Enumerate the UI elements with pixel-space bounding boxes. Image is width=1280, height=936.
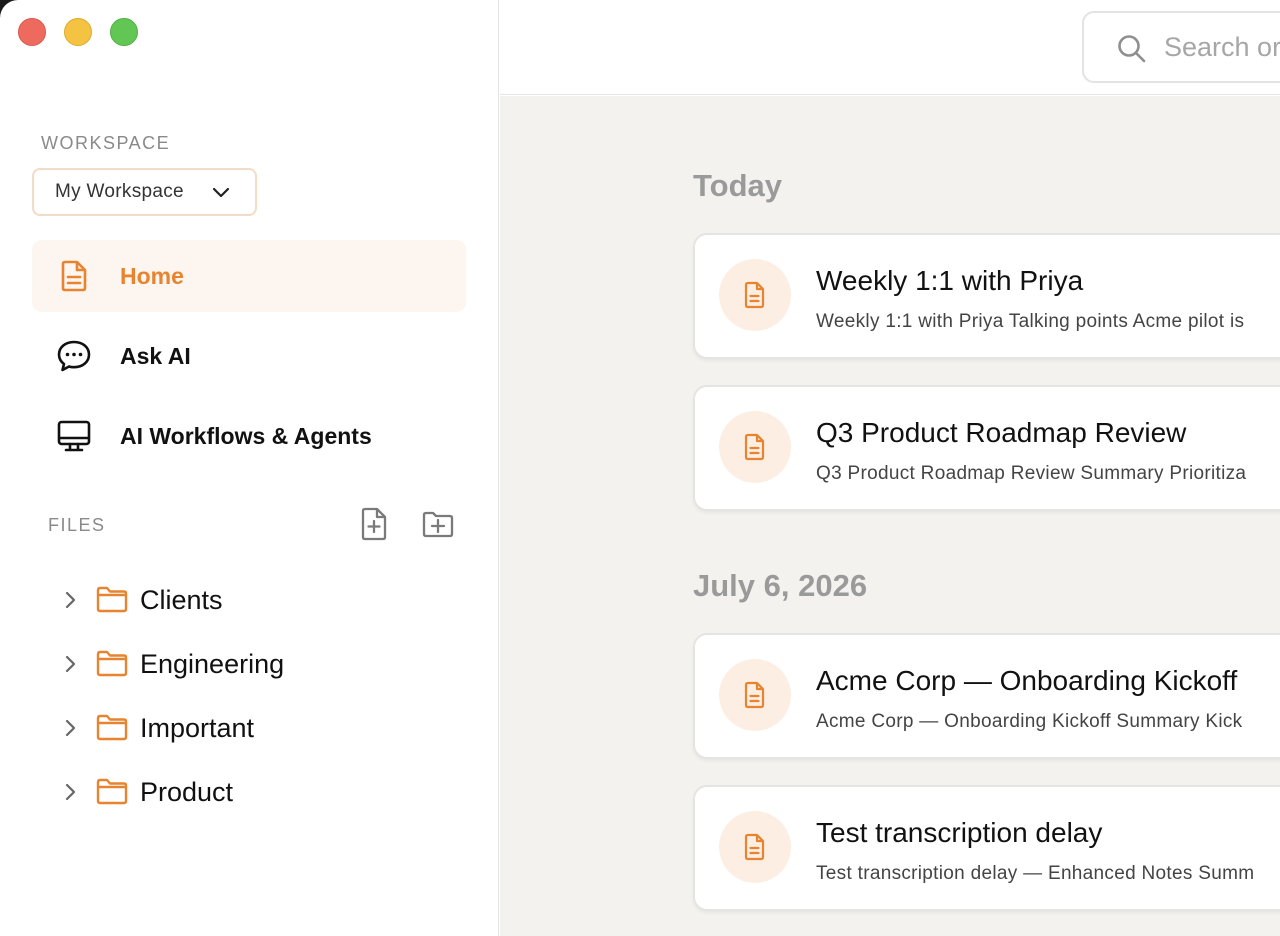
search-input[interactable] xyxy=(1164,27,1280,67)
zoom-window-button[interactable] xyxy=(110,18,138,46)
chevron-right-icon[interactable] xyxy=(60,590,80,610)
chevron-right-icon[interactable] xyxy=(60,718,80,738)
note-icon-badge xyxy=(719,659,791,731)
top-bar xyxy=(500,0,1280,95)
date-heading: July 6, 2026 xyxy=(693,568,868,603)
note-card[interactable]: Acme Corp — Onboarding Kickoff Acme Corp… xyxy=(693,633,1280,759)
folder-icon xyxy=(96,778,128,805)
note-icon-badge xyxy=(719,411,791,483)
document-icon xyxy=(744,281,765,309)
folder-name: Product xyxy=(140,777,234,807)
note-title: Weekly 1:1 with Priya xyxy=(816,265,1084,296)
folder-row-clients[interactable]: Clients xyxy=(56,578,456,622)
document-icon xyxy=(744,681,765,709)
monitor-icon xyxy=(57,420,91,452)
files-section-label: FILES xyxy=(48,515,106,535)
folder-name: Engineering xyxy=(140,649,285,679)
nav-item-ask-ai[interactable]: Ask AI xyxy=(32,320,466,392)
note-snippet: Acme Corp — Onboarding Kickoff Summary K… xyxy=(816,711,1243,732)
folder-icon xyxy=(96,586,128,613)
date-heading: Today xyxy=(693,168,782,203)
folder-row-engineering[interactable]: Engineering xyxy=(56,642,456,686)
nav-item-home[interactable]: Home xyxy=(32,240,466,312)
document-icon xyxy=(61,260,87,292)
document-icon xyxy=(744,833,765,861)
note-icon-badge xyxy=(719,259,791,331)
chevron-right-icon[interactable] xyxy=(60,782,80,802)
document-icon xyxy=(744,433,765,461)
note-title: Q3 Product Roadmap Review xyxy=(816,417,1187,448)
workspace-select[interactable]: My Workspace xyxy=(32,168,257,216)
nav-label-home: Home xyxy=(120,262,184,289)
note-snippet: Q3 Product Roadmap Review Summary Priori… xyxy=(816,463,1247,484)
folder-name: Clients xyxy=(140,585,223,615)
folder-row-important[interactable]: Important xyxy=(56,706,456,750)
folder-row-product[interactable]: Product xyxy=(56,770,456,814)
nav-label-ask-ai: Ask AI xyxy=(120,342,191,369)
folder-name: Important xyxy=(140,713,255,743)
folder-icon xyxy=(96,650,128,677)
note-snippet: Weekly 1:1 with Priya Talking points Acm… xyxy=(816,311,1245,332)
close-window-button[interactable] xyxy=(18,18,46,46)
nav-label-ai-workflows: AI Workflows & Agents xyxy=(120,422,372,449)
note-snippet: Test transcription delay — Enhanced Note… xyxy=(816,863,1255,884)
new-file-icon[interactable] xyxy=(358,506,392,542)
sidebar: WORKSPACE My Workspace Home Ask AI AI Wo… xyxy=(0,0,499,936)
search-icon xyxy=(1118,35,1146,63)
note-title: Test transcription delay xyxy=(816,817,1103,848)
workspace-select-value: My Workspace xyxy=(55,181,184,202)
chevron-right-icon[interactable] xyxy=(60,654,80,674)
workspace-label: WORKSPACE xyxy=(41,133,171,153)
minimize-window-button[interactable] xyxy=(64,18,92,46)
note-card[interactable]: Weekly 1:1 with Priya Weekly 1:1 with Pr… xyxy=(693,233,1280,359)
note-title: Acme Corp — Onboarding Kickoff xyxy=(816,665,1238,696)
search-box[interactable] xyxy=(1082,11,1280,83)
folder-icon xyxy=(96,714,128,741)
nav-item-ai-workflows[interactable]: AI Workflows & Agents xyxy=(32,400,466,472)
notes-feed: Today Weekly 1:1 with Priya Weekly 1:1 w… xyxy=(500,96,1280,936)
note-card[interactable]: Q3 Product Roadmap Review Q3 Product Roa… xyxy=(693,385,1280,511)
chevron-down-icon xyxy=(212,187,230,198)
note-icon-badge xyxy=(719,811,791,883)
new-folder-icon[interactable] xyxy=(421,506,455,542)
note-card[interactable]: Test transcription delay Test transcript… xyxy=(693,785,1280,911)
chat-bubble-icon xyxy=(57,340,91,372)
